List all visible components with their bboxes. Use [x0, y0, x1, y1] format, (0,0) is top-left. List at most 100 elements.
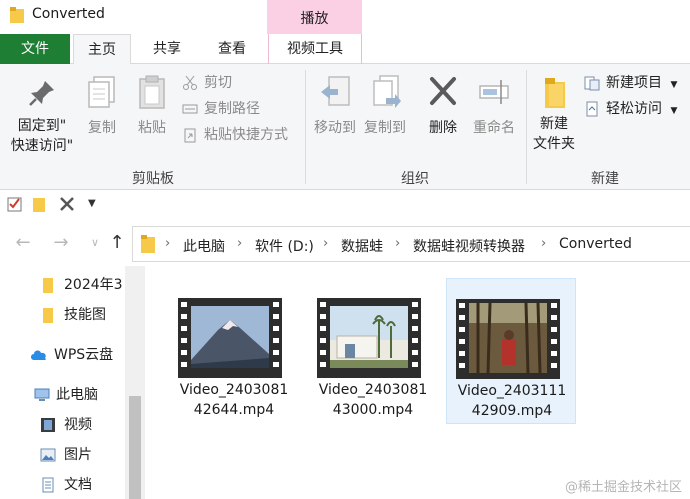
video-thumbnail-forest: [456, 299, 560, 379]
folder-icon: [141, 235, 155, 253]
breadcrumb-shujuwa[interactable]: 数据蛙: [341, 236, 383, 256]
easy-access-label: 轻松访问: [606, 101, 662, 117]
recent-locations-icon[interactable]: ∨: [84, 236, 106, 249]
copy-icon: [88, 76, 115, 108]
address-bar[interactable]: › 此电脑 › 软件 (D:) › 数据蛙 › 数据蛙视频转换器 › Conve…: [132, 226, 690, 262]
tab-share[interactable]: 共享: [138, 34, 196, 64]
tab-video-tools[interactable]: 视频工具: [268, 34, 362, 64]
sidebar-item-label: 图片: [64, 447, 92, 463]
video-thumbnail-building: [317, 298, 421, 378]
sidebar-item-label: 视频: [64, 417, 92, 433]
folder-icon: [10, 7, 24, 23]
copy-to-label: 复制到: [364, 120, 406, 136]
pin-to-quick-access-button[interactable]: 固定到" 快速访问": [6, 78, 78, 156]
sidebar-scrollbar[interactable]: [125, 266, 145, 499]
sidebar-item-label: WPS云盘: [54, 347, 114, 363]
navigation-bar: ← → ∨ ↑ › 此电脑 › 软件 (D:) › 数据蛙 › 数据蛙视频转换器…: [0, 222, 690, 266]
dropdown-caret-icon: ▼: [670, 106, 678, 116]
sidebar-item-videos[interactable]: 视频: [40, 412, 92, 438]
sidebar-item-2024-folder[interactable]: 2024年3: [40, 272, 123, 298]
ribbon-separator: [526, 70, 527, 184]
breadcrumb-chevron-icon[interactable]: ›: [323, 236, 328, 251]
tab-home[interactable]: 主页: [73, 34, 131, 65]
delete-button[interactable]: 删除: [420, 74, 466, 138]
breadcrumb-chevron-icon[interactable]: ›: [395, 236, 400, 251]
forward-arrow-icon[interactable]: →: [50, 232, 72, 253]
navigation-pane: 2024年3 技能图 WPS云盘 此电脑 视频 图片 文档: [0, 266, 145, 499]
file-name-line2: 43000.mp4: [332, 402, 414, 418]
sidebar-item-pictures[interactable]: 图片: [40, 442, 92, 468]
file-name: Video_2403111 42909.mp4: [447, 381, 577, 421]
video-folder-icon: [41, 418, 55, 432]
file-name: Video_2403081 43000.mp4: [308, 380, 438, 420]
file-item[interactable]: Video_2403081 43000.mp4: [308, 278, 438, 424]
copy-path-button[interactable]: 复制路径: [182, 98, 260, 120]
sidebar-item-label: 技能图: [64, 307, 106, 323]
file-name-line1: Video_2403081: [179, 382, 289, 398]
paste-button[interactable]: 粘贴: [130, 74, 174, 138]
sidebar-item-skill-map[interactable]: 技能图: [40, 302, 106, 328]
rename-button[interactable]: 重命名: [468, 74, 520, 138]
properties-check-icon[interactable]: [6, 195, 24, 213]
file-item[interactable]: Video_2403081 42644.mp4: [169, 278, 299, 424]
delete-x-icon[interactable]: [58, 195, 76, 213]
move-to-label: 移动到: [314, 120, 356, 136]
pin-label-line1: 固定到": [17, 118, 67, 134]
new-folder-label-line1: 新建: [540, 116, 568, 132]
scissors-icon: [183, 75, 197, 90]
pin-icon: [29, 81, 54, 106]
sidebar-item-this-pc[interactable]: 此电脑: [34, 382, 98, 408]
new-folder-icon[interactable]: [30, 195, 48, 213]
breadcrumb-chevron-icon[interactable]: ›: [237, 236, 242, 251]
easy-access-icon: [586, 101, 598, 117]
breadcrumb-drive-d[interactable]: 软件 (D:): [255, 236, 314, 256]
ribbon-separator: [305, 70, 306, 184]
breadcrumb-this-pc[interactable]: 此电脑: [183, 236, 225, 256]
breadcrumb-chevron-icon[interactable]: ›: [165, 236, 170, 251]
copy-path-icon: [182, 104, 198, 114]
quick-access-toolbar: ▼: [0, 190, 690, 218]
computer-icon: [34, 388, 50, 401]
rename-icon: [479, 80, 509, 104]
video-thumbnail-mountain: [178, 298, 282, 378]
breadcrumb-chevron-icon[interactable]: ›: [541, 236, 546, 251]
new-folder-button[interactable]: 新建 文件夹: [528, 74, 580, 154]
new-folder-label-line2: 文件夹: [533, 136, 575, 152]
move-to-icon: [321, 76, 350, 106]
ribbon-tabs: 文件 主页 共享 查看 视频工具: [0, 34, 690, 65]
clipboard-icon: [139, 75, 165, 109]
documents-folder-icon: [42, 477, 54, 493]
customize-toolbar-icon[interactable]: ▼: [88, 195, 106, 213]
back-arrow-icon[interactable]: ←: [12, 232, 34, 253]
tab-file[interactable]: 文件: [0, 34, 70, 64]
tab-view[interactable]: 查看: [200, 34, 264, 64]
folder-icon: [43, 278, 53, 293]
move-to-button[interactable]: 移动到: [310, 74, 360, 138]
play-context-tab-group: 播放: [267, 0, 362, 34]
easy-access-button[interactable]: 轻松访问 ▼: [584, 98, 677, 120]
sidebar-item-wps-cloud[interactable]: WPS云盘: [30, 342, 113, 368]
breadcrumb-converted[interactable]: Converted: [559, 236, 632, 252]
copy-to-button[interactable]: 复制到: [360, 74, 410, 138]
file-name-line2: 42909.mp4: [471, 403, 553, 419]
file-name-line1: Video_2403111: [457, 383, 567, 399]
copy-path-label: 复制路径: [204, 101, 260, 117]
new-item-label: 新建项目: [606, 75, 662, 91]
delete-label: 删除: [429, 120, 457, 136]
file-item-selected[interactable]: Video_2403111 42909.mp4: [446, 278, 576, 424]
folder-icon: [43, 308, 53, 323]
paste-label: 粘贴: [138, 120, 166, 136]
cut-label: 剪切: [204, 75, 232, 91]
new-item-icon: [584, 76, 600, 91]
copy-button[interactable]: 复制: [80, 74, 124, 138]
up-arrow-icon[interactable]: ↑: [106, 232, 128, 253]
ribbon: 固定到" 快速访问" 复制 粘贴 剪切 复制路径 粘贴快捷方式 剪贴板 移动到 …: [0, 64, 690, 190]
delete-x-icon: [430, 77, 456, 105]
new-item-button[interactable]: 新建项目 ▼: [584, 72, 677, 94]
breadcrumb-video-converter[interactable]: 数据蛙视频转换器: [413, 236, 525, 256]
scrollbar-thumb[interactable]: [129, 396, 141, 499]
sidebar-item-documents[interactable]: 文档: [40, 472, 92, 498]
sidebar-item-label: 文档: [64, 477, 92, 493]
cut-button[interactable]: 剪切: [182, 72, 232, 94]
paste-shortcut-button[interactable]: 粘贴快捷方式: [182, 124, 288, 146]
